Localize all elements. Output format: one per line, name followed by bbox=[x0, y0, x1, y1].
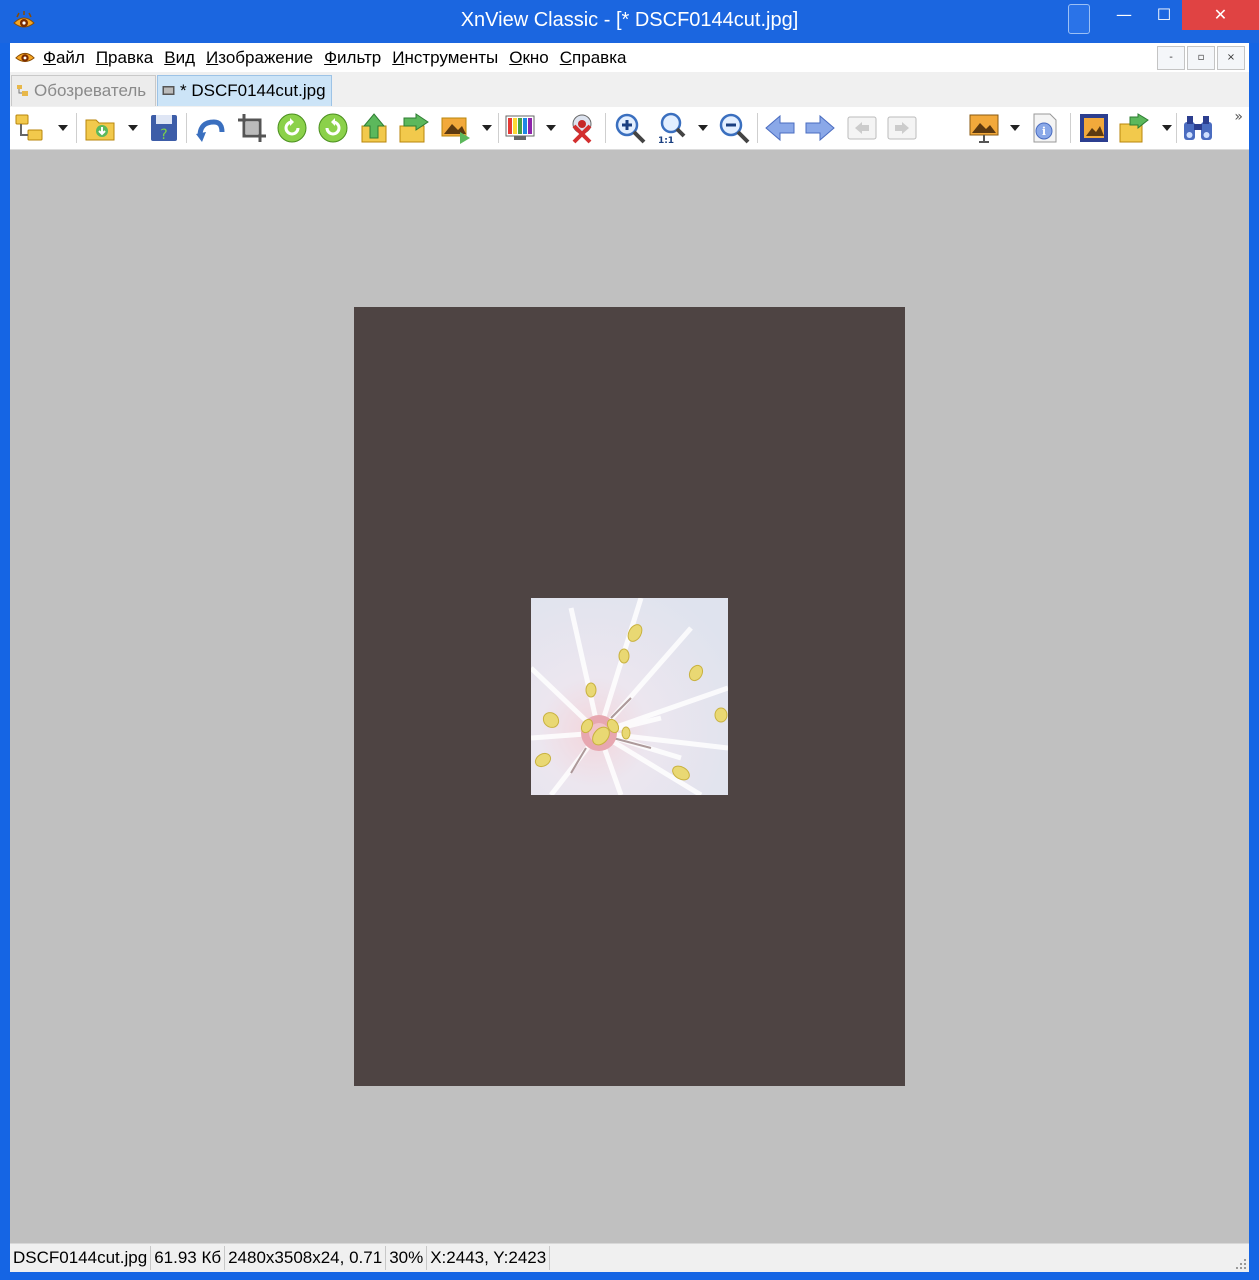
colors-dropdown-arrow[interactable] bbox=[546, 125, 556, 131]
prev-page-icon[interactable] bbox=[846, 112, 878, 144]
rotate-left-icon[interactable] bbox=[276, 112, 308, 144]
toolbar-separator bbox=[757, 113, 758, 143]
menu-edit-label: равка bbox=[108, 48, 154, 67]
client-area: Файл Правка Вид Изображение Фильтр Инстр… bbox=[10, 43, 1249, 1272]
menu-help-label: правка bbox=[572, 48, 627, 67]
menu-tools-mnemonic: И bbox=[392, 48, 405, 67]
tab-image[interactable]: * DSCF0144cut.jpg bbox=[157, 75, 332, 106]
menu-image-label: зображение bbox=[218, 48, 314, 67]
zoom-dropdown-arrow[interactable] bbox=[698, 125, 708, 131]
xnview-eye-icon[interactable] bbox=[14, 46, 36, 68]
convert-icon[interactable] bbox=[440, 112, 472, 144]
red-eye-icon[interactable] bbox=[566, 112, 598, 144]
menu-view[interactable]: Вид bbox=[164, 48, 195, 68]
menu-file[interactable]: Файл bbox=[43, 48, 85, 68]
crop-icon[interactable] bbox=[236, 112, 268, 144]
mdi-restore-button[interactable]: ▫ bbox=[1187, 46, 1215, 70]
browser-dropdown-arrow[interactable] bbox=[58, 125, 68, 131]
status-bar: DSCF0144cut.jpg 61.93 Кб 2480x3508x24, 0… bbox=[10, 1243, 1249, 1272]
phone-sync-icon[interactable] bbox=[1068, 4, 1090, 34]
mdi-minimize-button[interactable]: - bbox=[1157, 46, 1185, 70]
zoom-out-icon[interactable] bbox=[718, 112, 750, 144]
app-window: XnView Classic - [* DSCF0144cut.jpg] — ☐… bbox=[0, 0, 1259, 1280]
menu-view-mnemonic: В bbox=[164, 48, 176, 67]
export-icon[interactable] bbox=[1118, 112, 1150, 144]
menu-filter-mnemonic: Ф bbox=[324, 48, 338, 67]
status-dimensions: 2480x3508x24, 0.71 bbox=[225, 1246, 387, 1270]
menu-window[interactable]: Окно bbox=[509, 48, 549, 68]
upload-icon[interactable] bbox=[358, 112, 390, 144]
next-page-icon[interactable] bbox=[886, 112, 918, 144]
menu-tools-label: нструменты bbox=[404, 48, 499, 67]
toolbar-separator bbox=[76, 113, 77, 143]
zoom-1-1-icon[interactable]: 1:1 bbox=[656, 112, 688, 144]
toolbar-separator bbox=[605, 113, 606, 143]
zoom-1-1-label: 1:1 bbox=[658, 136, 674, 144]
menu-filter-label: ильтр bbox=[337, 48, 382, 67]
info-icon[interactable]: i bbox=[1028, 112, 1060, 144]
slideshow-icon[interactable] bbox=[968, 112, 1000, 144]
minimize-button[interactable]: — bbox=[1101, 0, 1147, 30]
convert-dropdown-arrow[interactable] bbox=[482, 125, 492, 131]
zoom-in-icon[interactable] bbox=[614, 112, 646, 144]
menu-tools[interactable]: Инструменты bbox=[392, 48, 498, 68]
toolbar-separator bbox=[1070, 113, 1071, 143]
status-filename: DSCF0144cut.jpg bbox=[10, 1246, 152, 1270]
fullscreen-icon[interactable] bbox=[1078, 112, 1110, 144]
menu-view-label: ид bbox=[175, 48, 196, 67]
tab-bar: Обозреватель * DSCF0144cut.jpg bbox=[10, 72, 1249, 108]
mdi-controls: - ▫ × bbox=[1155, 46, 1245, 70]
title-bar[interactable]: XnView Classic - [* DSCF0144cut.jpg] — ☐… bbox=[0, 0, 1259, 43]
binoculars-icon[interactable] bbox=[1182, 112, 1214, 144]
menu-image[interactable]: Изображение bbox=[206, 48, 313, 68]
menu-edit[interactable]: Правка bbox=[96, 48, 153, 68]
image-file-icon bbox=[162, 86, 175, 95]
open-folder-icon[interactable] bbox=[84, 112, 116, 144]
svg-text:i: i bbox=[1042, 125, 1046, 138]
toolbar-separator bbox=[186, 113, 187, 143]
forward-icon[interactable] bbox=[398, 112, 430, 144]
menu-help-mnemonic: С bbox=[559, 48, 573, 67]
open-dropdown-arrow[interactable] bbox=[128, 125, 138, 131]
undo-icon[interactable] bbox=[194, 112, 226, 144]
image-canvas bbox=[354, 307, 905, 1086]
menu-window-label: кно bbox=[522, 48, 549, 67]
toolbar: ? 1:1 i » bbox=[10, 107, 1249, 150]
flower-photo bbox=[531, 598, 728, 795]
toolbar-separator bbox=[498, 113, 499, 143]
rotate-right-icon[interactable] bbox=[317, 112, 349, 144]
menu-items: Файл Правка Вид Изображение Фильтр Инстр… bbox=[43, 48, 637, 68]
slideshow-dropdown-arrow[interactable] bbox=[1010, 125, 1020, 131]
menu-help[interactable]: Справка bbox=[560, 48, 627, 68]
status-cursor: X:2443, Y:2423 bbox=[427, 1246, 551, 1270]
maximize-button[interactable]: ☐ bbox=[1147, 0, 1181, 30]
tab-browser[interactable]: Обозреватель bbox=[11, 75, 156, 106]
save-icon[interactable]: ? bbox=[148, 112, 180, 144]
adjust-colors-icon[interactable] bbox=[504, 112, 536, 144]
mdi-close-button[interactable]: × bbox=[1217, 46, 1245, 70]
status-filesize: 61.93 Кб bbox=[151, 1246, 226, 1270]
browser-tree-icon[interactable] bbox=[14, 112, 46, 144]
tab-image-label: * DSCF0144cut.jpg bbox=[180, 81, 326, 100]
browser-tree-icon bbox=[17, 85, 28, 96]
status-zoom: 30% bbox=[386, 1246, 428, 1270]
close-button[interactable]: ✕ bbox=[1182, 0, 1259, 30]
menu-image-mnemonic: И bbox=[206, 48, 219, 67]
menu-file-mnemonic: Ф bbox=[43, 48, 56, 67]
menu-file-label: айл bbox=[55, 48, 85, 67]
toolbar-overflow-button[interactable]: » bbox=[1234, 109, 1243, 125]
menu-window-mnemonic: О bbox=[509, 48, 523, 67]
previous-icon[interactable] bbox=[764, 112, 796, 144]
resize-grip-icon[interactable] bbox=[1235, 1258, 1247, 1270]
toolbar-separator bbox=[1176, 113, 1177, 143]
image-viewer[interactable] bbox=[10, 150, 1249, 1243]
menu-edit-mnemonic: П bbox=[95, 48, 109, 67]
svg-text:?: ? bbox=[160, 127, 167, 143]
menu-bar: Файл Правка Вид Изображение Фильтр Инстр… bbox=[10, 43, 1249, 73]
next-icon[interactable] bbox=[804, 112, 836, 144]
tab-browser-label: Обозреватель bbox=[34, 81, 147, 100]
menu-filter[interactable]: Фильтр bbox=[324, 48, 381, 68]
export-dropdown-arrow[interactable] bbox=[1162, 125, 1172, 131]
